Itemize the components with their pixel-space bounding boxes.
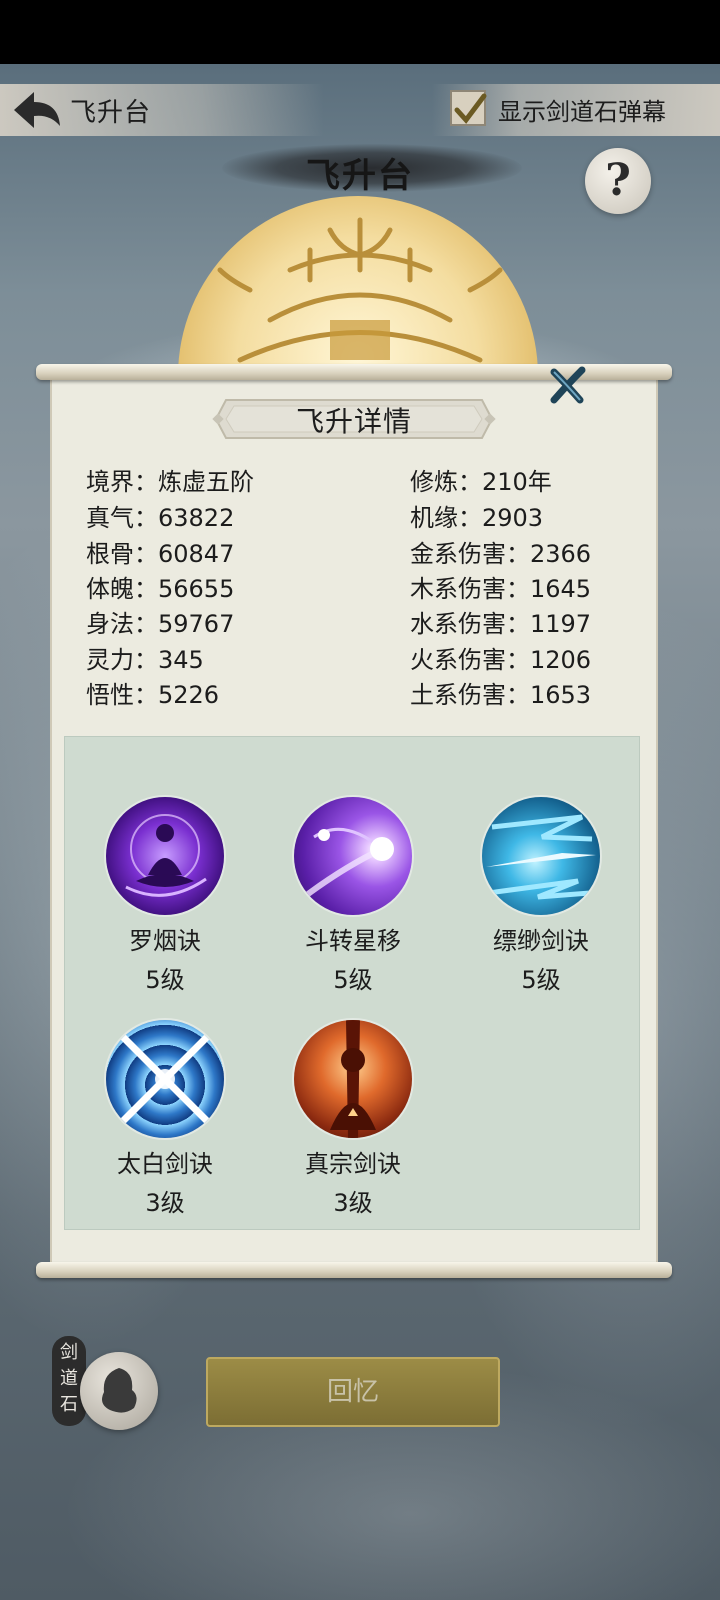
danmu-label: 显示剑道石弹幕 [498,98,666,126]
scroll-rod-bottom [36,1262,672,1278]
meditation-purple-icon [106,797,224,915]
skill-item[interactable]: 罗烟诀 5级 [90,797,240,995]
stat-bone: 根骨：60847 [86,540,235,568]
danmu-toggle[interactable]: 显示剑道石弹幕 [450,86,710,134]
panel-title: 飞升详情 [295,405,412,438]
stat-insight: 悟性：5226 [86,681,220,709]
stat-cultivation: 修炼：210年 [410,468,552,496]
stat-qi: 真气：63822 [86,504,235,532]
stat-fire-damage: 火系伤害：1206 [410,646,592,674]
stat-spirit: 灵力：345 [86,646,204,674]
checkmark-icon [454,93,487,124]
stat-earth-damage: 土系伤害：1653 [410,681,592,709]
sword-wind-blue-icon [482,797,600,915]
skill-item[interactable]: 真宗剑诀 3级 [278,1020,428,1218]
crossed-swords-blue-icon [106,1020,224,1138]
close-icon[interactable] [546,366,590,406]
stat-realm: 境界：炼虚五阶 [86,468,254,496]
stat-metal-damage: 金系伤害：2366 [410,540,592,568]
flame-warrior-icon [294,1020,412,1138]
stat-physique: 体魄：56655 [86,575,235,603]
skill-item[interactable]: 太白剑诀 3级 [90,1020,240,1218]
sword-stone-icon [102,1368,137,1413]
golden-palace-ornament [217,217,503,363]
stat-agility: 身法：59767 [86,610,235,638]
stat-fortune: 机缘：2903 [410,504,544,532]
status-bar [0,0,720,64]
stat-water-damage: 水系伤害：1197 [410,610,592,638]
stat-wood-damage: 木系伤害：1645 [410,575,592,603]
help-button[interactable]: ? [585,148,651,214]
page-title: 飞升台 [306,156,414,196]
danmu-checkbox[interactable] [450,90,487,126]
back-arrow-icon[interactable] [8,86,64,134]
sword-stone-button[interactable] [80,1352,158,1430]
recall-button[interactable]: 回忆 [206,1357,500,1427]
skill-item[interactable]: 缥缈剑诀 5级 [466,797,616,995]
skill-item[interactable]: 斗转星移 5级 [278,797,428,995]
comet-purple-icon [294,797,412,915]
top-bar-title: 飞升台 [70,98,152,128]
